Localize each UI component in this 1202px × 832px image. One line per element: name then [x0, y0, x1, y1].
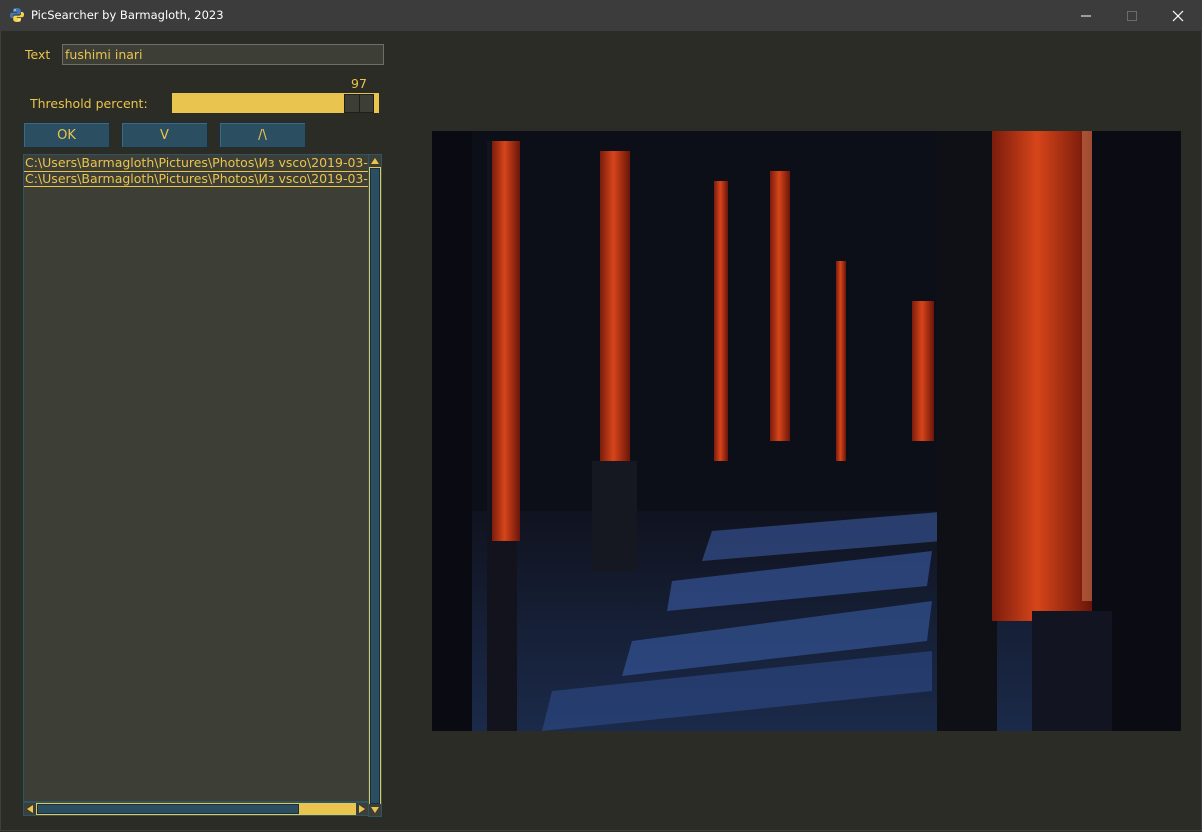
- threshold-value: 97: [351, 76, 367, 91]
- window-title: PicSearcher by Barmagloth, 2023: [31, 8, 224, 22]
- maximize-icon: [1127, 10, 1137, 21]
- results-listbox[interactable]: C:\Users\Barmagloth\Pictures\Photos\Из v…: [23, 154, 369, 802]
- vertical-scroll-thumb[interactable]: [370, 168, 380, 804]
- previous-up-button[interactable]: /\: [219, 122, 306, 148]
- close-icon: [1172, 10, 1184, 21]
- result-item-selected[interactable]: C:\Users\Barmagloth\Pictures\Photos\Из v…: [24, 171, 368, 187]
- triangle-down-icon: [371, 807, 379, 813]
- threshold-label: Threshold percent:: [30, 96, 148, 111]
- triangle-up-icon: [371, 158, 379, 164]
- text-label: Text: [25, 47, 51, 62]
- results-vertical-scrollbar[interactable]: [368, 154, 382, 817]
- scroll-up-arrow[interactable]: [369, 155, 381, 167]
- minimize-icon: [1081, 15, 1091, 16]
- search-text-input[interactable]: fushimi inari: [62, 44, 384, 65]
- close-button[interactable]: [1155, 0, 1201, 31]
- triangle-left-icon: [27, 805, 33, 813]
- next-down-button[interactable]: V: [121, 122, 208, 148]
- scroll-left-arrow[interactable]: [24, 803, 36, 815]
- python-app-icon: [10, 8, 24, 22]
- triangle-right-icon: [359, 805, 365, 813]
- horizontal-scroll-thumb[interactable]: [37, 804, 299, 814]
- photo-preview: [432, 131, 1181, 731]
- ok-button[interactable]: OK: [23, 122, 110, 148]
- scroll-right-arrow[interactable]: [356, 803, 368, 815]
- minimize-button[interactable]: [1063, 0, 1109, 31]
- result-item[interactable]: C:\Users\Barmagloth\Pictures\Photos\Из v…: [24, 155, 368, 171]
- maximize-button[interactable]: [1109, 0, 1155, 31]
- results-horizontal-scrollbar[interactable]: [23, 802, 369, 816]
- threshold-slider-thumb[interactable]: [344, 94, 374, 113]
- scroll-down-arrow[interactable]: [369, 804, 381, 816]
- title-bar[interactable]: PicSearcher by Barmagloth, 2023: [0, 0, 1202, 31]
